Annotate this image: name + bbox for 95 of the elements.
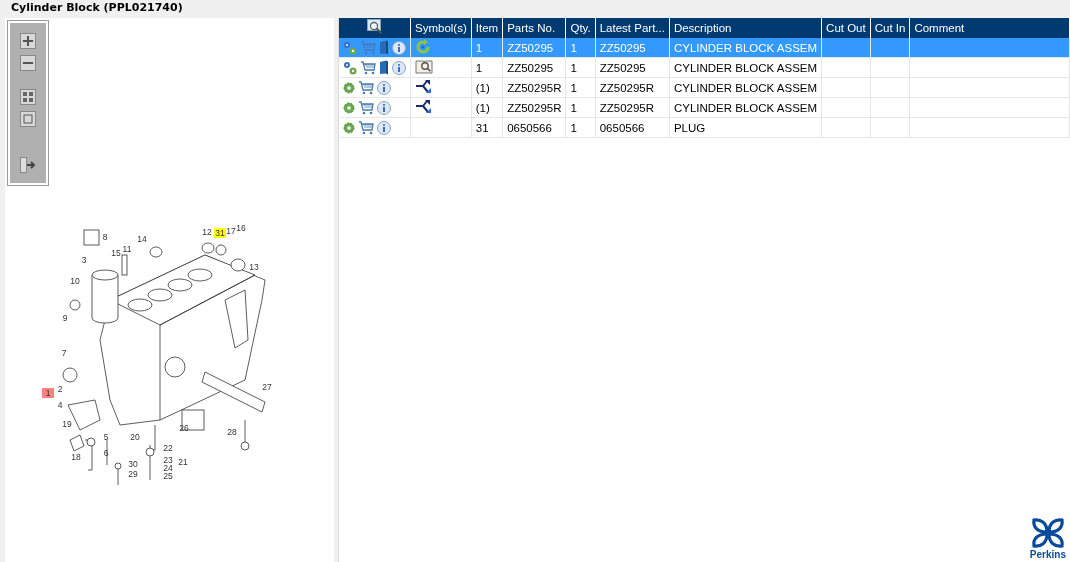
table-cell: ZZ50295R	[507, 81, 562, 94]
column-header[interactable]: Latest Part...	[595, 18, 670, 38]
gear-icon[interactable]	[343, 81, 355, 94]
table-cell: ZZ50295R	[599, 101, 655, 114]
callout-label[interactable]: 22	[163, 443, 173, 453]
table-row[interactable]: (1) ZZ50295R 1 ZZ50295R CYLINDER BLOCK ASSEM	[339, 77, 1070, 98]
table-cell: 1	[570, 101, 577, 114]
column-header[interactable]: Item	[471, 18, 503, 38]
info-icon[interactable]	[377, 120, 391, 135]
callout-label[interactable]: 31	[214, 228, 226, 238]
callout-label[interactable]: 25	[163, 471, 173, 481]
column-header[interactable]: Qty.	[566, 18, 596, 38]
callout-label[interactable]: 9	[62, 313, 68, 323]
callout-label[interactable]: 19	[62, 419, 72, 429]
table-cell: 1	[475, 61, 483, 74]
table-cell: ZZ50295R	[599, 81, 655, 94]
table-cell: 1	[475, 41, 483, 54]
callout-label[interactable]: 15	[111, 248, 121, 258]
callout-label[interactable]: 30	[128, 459, 138, 469]
table-cell: ZZ50295	[599, 41, 646, 54]
table-row[interactable]: 31 0650566 1 0650566 PLUG	[339, 117, 1070, 138]
callout-label[interactable]: 16	[236, 223, 246, 233]
callout-label[interactable]: 12	[202, 227, 212, 237]
callout-label[interactable]: 24	[163, 463, 173, 473]
table-cell: ZZ50295	[599, 61, 646, 74]
gear-icon[interactable]	[343, 101, 355, 114]
column-header[interactable]: Comment	[909, 18, 1070, 38]
callout-label[interactable]: 1	[42, 388, 54, 398]
callout-label[interactable]: 10	[70, 276, 80, 286]
table-cell: 1	[570, 121, 577, 134]
zoom-out-button[interactable]	[20, 55, 36, 71]
callout-label[interactable]: 29	[128, 469, 138, 479]
gears-icon[interactable]	[343, 60, 357, 75]
table-cell: CYLINDER BLOCK ASSEM	[673, 101, 818, 114]
info-icon[interactable]	[392, 60, 406, 75]
callout-label[interactable]: 18	[71, 452, 81, 462]
column-header[interactable]: Description	[669, 18, 822, 38]
callout-label[interactable]: 8	[102, 232, 108, 242]
zoom-in-button[interactable]	[20, 33, 36, 49]
column-header[interactable]: Symbol(s)	[410, 18, 472, 38]
callout-label[interactable]: 3	[81, 255, 87, 265]
gear-icon[interactable]	[343, 121, 355, 134]
fit-page-button[interactable]	[20, 89, 36, 105]
table-cell: CYLINDER BLOCK ASSEM	[673, 41, 818, 54]
table-cell: 0650566	[599, 121, 645, 134]
table-cell: 31	[475, 121, 489, 134]
cart-icon[interactable]	[358, 120, 374, 135]
callout-label[interactable]: 7	[61, 348, 67, 358]
column-header[interactable]: Cut In	[870, 18, 910, 38]
table-cell: CYLINDER BLOCK ASSEM	[673, 61, 818, 74]
table-cell: 1	[570, 81, 577, 94]
table-cell: ZZ50295	[507, 61, 554, 74]
table-cell: 1	[570, 41, 577, 54]
branch-arrow-icon[interactable]	[415, 98, 433, 115]
cart-icon[interactable]	[358, 100, 374, 115]
column-header[interactable]: Parts No.	[502, 18, 566, 38]
table-cell: 1	[570, 61, 577, 74]
table-row[interactable]: 1 ZZ50295 1 ZZ50295 CYLINDER BLOCK ASSEM	[339, 57, 1070, 78]
table-cell: PLUG	[673, 121, 706, 134]
export-button[interactable]	[20, 157, 36, 173]
table-cell: ZZ50295	[507, 41, 554, 54]
table-cell: CYLINDER BLOCK ASSEM	[673, 81, 818, 94]
actual-size-button[interactable]	[20, 111, 36, 127]
callout-label[interactable]: 4	[57, 400, 63, 410]
callout-label[interactable]: 6	[103, 448, 109, 458]
callout-label[interactable]: 17	[226, 226, 236, 236]
book-magnifier-icon[interactable]	[415, 58, 433, 75]
callout-label[interactable]: 21	[178, 457, 188, 467]
book-icon[interactable]	[379, 60, 389, 75]
column-header[interactable]: Cut Out	[821, 18, 871, 38]
cart-icon[interactable]	[360, 60, 376, 75]
branch-arrow-icon[interactable]	[415, 78, 433, 95]
info-icon[interactable]	[377, 100, 391, 115]
search-icon[interactable]	[366, 19, 383, 35]
callout-label[interactable]: 13	[249, 262, 259, 272]
callout-label[interactable]: 14	[137, 234, 147, 244]
table-cell: (1)	[475, 81, 490, 94]
callout-label[interactable]: 28	[227, 427, 237, 437]
table-cell: 0650566	[507, 121, 552, 134]
callout-label[interactable]: 11	[122, 244, 132, 254]
callout-label[interactable]: 26	[179, 423, 189, 433]
callout-label[interactable]: 23	[163, 455, 173, 465]
cart-icon[interactable]	[358, 80, 374, 95]
info-icon[interactable]	[377, 80, 391, 95]
info-icon[interactable]	[392, 40, 406, 55]
gears-icon[interactable]	[343, 40, 357, 55]
callout-label[interactable]: 27	[262, 382, 272, 392]
callout-label[interactable]: 20	[130, 432, 140, 442]
table-cell: ZZ50295R	[507, 101, 562, 114]
table-row[interactable]: (1) ZZ50295R 1 ZZ50295R CYLINDER BLOCK ASSEM	[339, 97, 1070, 118]
logo-text: Perkins	[1029, 549, 1066, 560]
table-cell: (1)	[475, 101, 490, 114]
callout-label[interactable]: 2	[57, 384, 63, 394]
callout-label[interactable]: 5	[103, 432, 109, 442]
quatrefoil-logo-icon	[1030, 517, 1065, 549]
